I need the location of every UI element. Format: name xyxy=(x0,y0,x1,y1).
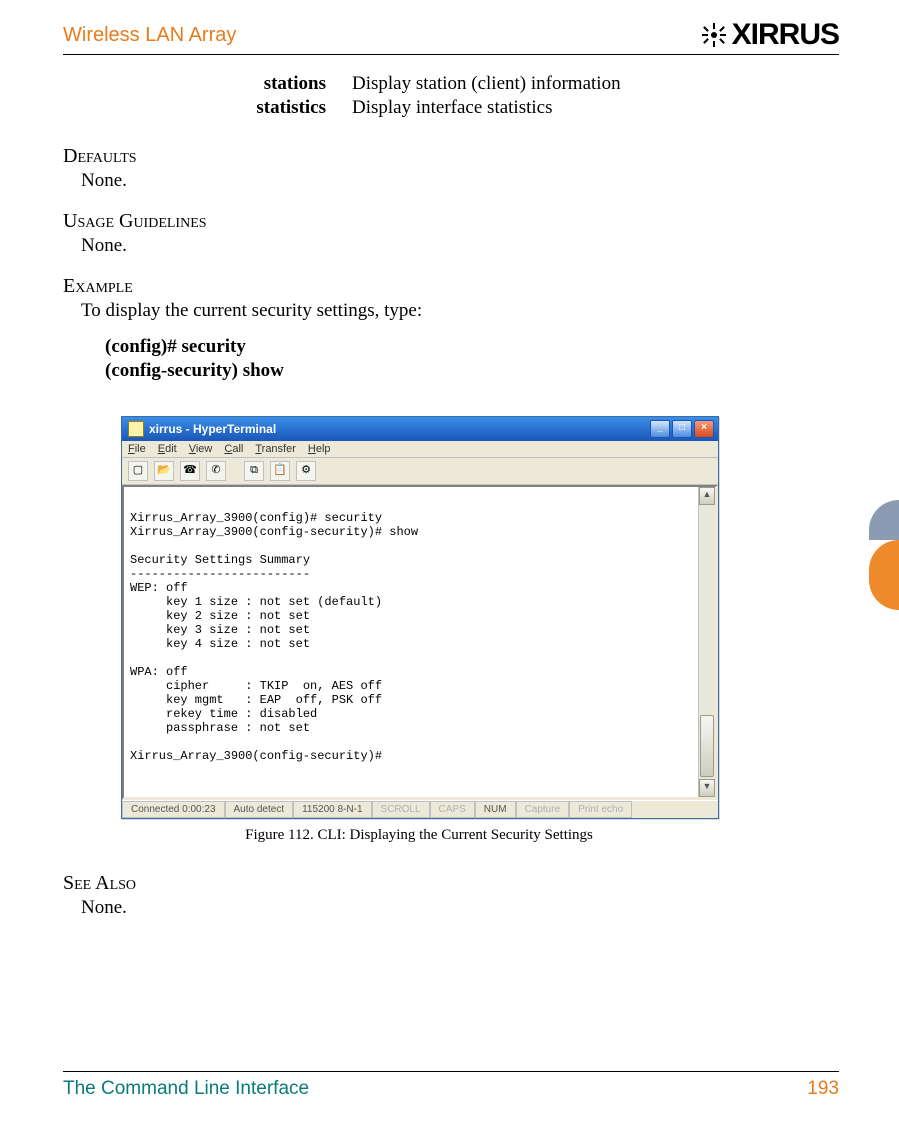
menu-file[interactable]: File xyxy=(128,443,146,455)
page-number: 193 xyxy=(807,1078,839,1100)
status-printecho: Print echo xyxy=(569,801,632,818)
definition-list: stations Display station (client) inform… xyxy=(186,73,839,119)
definition-row: statistics Display interface statistics xyxy=(186,97,839,119)
connect-icon[interactable]: ☎ xyxy=(180,461,200,481)
status-connected: Connected 0:00:23 xyxy=(122,801,225,818)
status-num: NUM xyxy=(475,801,516,818)
page-footer: The Command Line Interface 193 xyxy=(63,1071,839,1100)
terminal-output[interactable]: Xirrus_Array_3900(config)# security Xirr… xyxy=(124,487,715,797)
footer-section: The Command Line Interface xyxy=(63,1078,309,1100)
window-titlebar[interactable]: xirrus - HyperTerminal _ □ × xyxy=(122,417,718,441)
menu-call[interactable]: Call xyxy=(224,443,243,455)
section-defaults-head: Defaults xyxy=(63,145,839,168)
figure-caption: Figure 112. CLI: Displaying the Current … xyxy=(121,827,717,844)
section-example-body: To display the current security settings… xyxy=(81,300,839,322)
section-seealso-head: See Also xyxy=(63,872,839,895)
close-button[interactable]: × xyxy=(694,420,714,438)
minimize-button[interactable]: _ xyxy=(650,420,670,438)
definition-desc: Display interface statistics xyxy=(352,97,553,119)
status-capture: Capture xyxy=(516,801,570,818)
figure: xirrus - HyperTerminal _ □ × File Edit V… xyxy=(121,416,839,844)
menu-bar[interactable]: File Edit View Call Transfer Help xyxy=(122,441,718,458)
menu-transfer[interactable]: Transfer xyxy=(255,443,296,455)
section-example-head: Example xyxy=(63,275,839,298)
definition-desc: Display station (client) information xyxy=(352,73,621,95)
scroll-down-icon[interactable]: ▼ xyxy=(699,779,715,797)
example-command: (config-security) show xyxy=(105,360,839,382)
section-seealso-body: None. xyxy=(81,897,839,919)
menu-view[interactable]: View xyxy=(189,443,213,455)
scroll-thumb[interactable] xyxy=(700,715,714,777)
definition-term: statistics xyxy=(186,97,352,119)
maximize-button[interactable]: □ xyxy=(672,420,692,438)
new-doc-icon[interactable]: ▢ xyxy=(128,461,148,481)
status-detect: Auto detect xyxy=(225,801,294,818)
xirrus-logo: XIRRUS xyxy=(702,18,839,52)
definition-term: stations xyxy=(186,73,352,95)
menu-edit[interactable]: Edit xyxy=(158,443,177,455)
page-header: Wireless LAN Array XIRRUS xyxy=(63,18,839,55)
window-title: xirrus - HyperTerminal xyxy=(149,422,276,436)
example-command: (config)# security xyxy=(105,336,839,358)
paste-icon[interactable]: 📋 xyxy=(270,461,290,481)
status-bar: Connected 0:00:23 Auto detect 115200 8-N… xyxy=(122,800,718,818)
disconnect-icon[interactable]: ✆ xyxy=(206,461,226,481)
status-port: 115200 8-N-1 xyxy=(293,801,371,818)
status-scroll: SCROLL xyxy=(372,801,430,818)
definition-row: stations Display station (client) inform… xyxy=(186,73,839,95)
scroll-up-icon[interactable]: ▲ xyxy=(699,487,715,505)
open-icon[interactable]: 📂 xyxy=(154,461,174,481)
copy-icon[interactable]: ⧉ xyxy=(244,461,264,481)
vertical-scrollbar[interactable]: ▲ ▼ xyxy=(698,487,715,797)
doc-title: Wireless LAN Array xyxy=(63,24,236,47)
burst-icon xyxy=(702,23,726,47)
properties-icon[interactable]: ⚙ xyxy=(296,461,316,481)
scroll-track[interactable] xyxy=(699,505,715,779)
hyperterminal-window: xirrus - HyperTerminal _ □ × File Edit V… xyxy=(121,416,719,819)
hyperterminal-icon xyxy=(128,421,144,437)
status-caps: CAPS xyxy=(430,801,475,818)
section-defaults-body: None. xyxy=(81,170,839,192)
logo-text: XIRRUS xyxy=(732,18,839,52)
section-usage-head: Usage Guidelines xyxy=(63,210,839,233)
section-usage-body: None. xyxy=(81,235,839,257)
menu-help[interactable]: Help xyxy=(308,443,331,455)
toolbar: ▢ 📂 ☎ ✆ ⧉ 📋 ⚙ xyxy=(122,458,718,485)
